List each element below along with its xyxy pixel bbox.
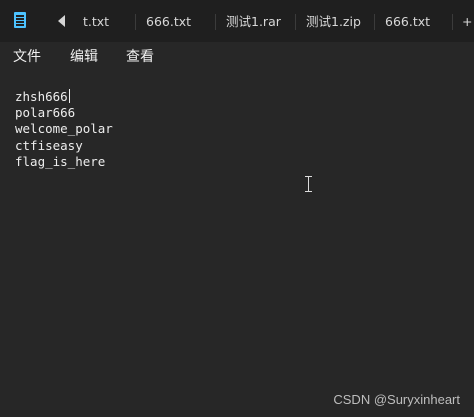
editor-line: ctfiseasy: [15, 138, 83, 153]
tab-divider: [135, 14, 136, 30]
notepad-icon: [14, 12, 26, 28]
editor-line: welcome_polar: [15, 121, 113, 136]
tab-divider: [215, 14, 216, 30]
editor-line: zhsh666: [15, 89, 70, 105]
tab-666-txt[interactable]: 666.txt: [146, 0, 191, 42]
tab-divider: [374, 14, 375, 30]
tab-t-txt[interactable]: t.txt: [83, 0, 109, 42]
text-cursor-icon: [305, 176, 312, 192]
triangle-left-icon[interactable]: [58, 15, 65, 27]
watermark: CSDN @Suryxinheart: [333, 392, 460, 407]
menu-file[interactable]: 文件: [13, 42, 41, 72]
tab-bar: t.txt 666.txt 测试1.rar 测试1.zip 666.txt +: [0, 0, 474, 42]
tab-test1-rar[interactable]: 测试1.rar: [226, 0, 281, 42]
menu-edit[interactable]: 编辑: [70, 42, 98, 72]
tab-divider: [295, 14, 296, 30]
new-tab-button[interactable]: +: [462, 0, 472, 42]
tab-666-txt-active[interactable]: 666.txt: [385, 0, 430, 42]
editor-line-text: zhsh666: [15, 89, 68, 104]
menu-view[interactable]: 查看: [126, 42, 154, 72]
editor-line: polar666: [15, 105, 76, 120]
tab-divider: [452, 14, 453, 30]
text-editor[interactable]: zhsh666 polar666 welcome_polar ctfiseasy…: [0, 72, 474, 417]
editor-line: flag_is_here: [15, 154, 106, 169]
menu-bar: 文件 编辑 查看: [0, 42, 474, 72]
text-caret: [68, 89, 70, 103]
tab-test1-zip[interactable]: 测试1.zip: [306, 0, 361, 42]
